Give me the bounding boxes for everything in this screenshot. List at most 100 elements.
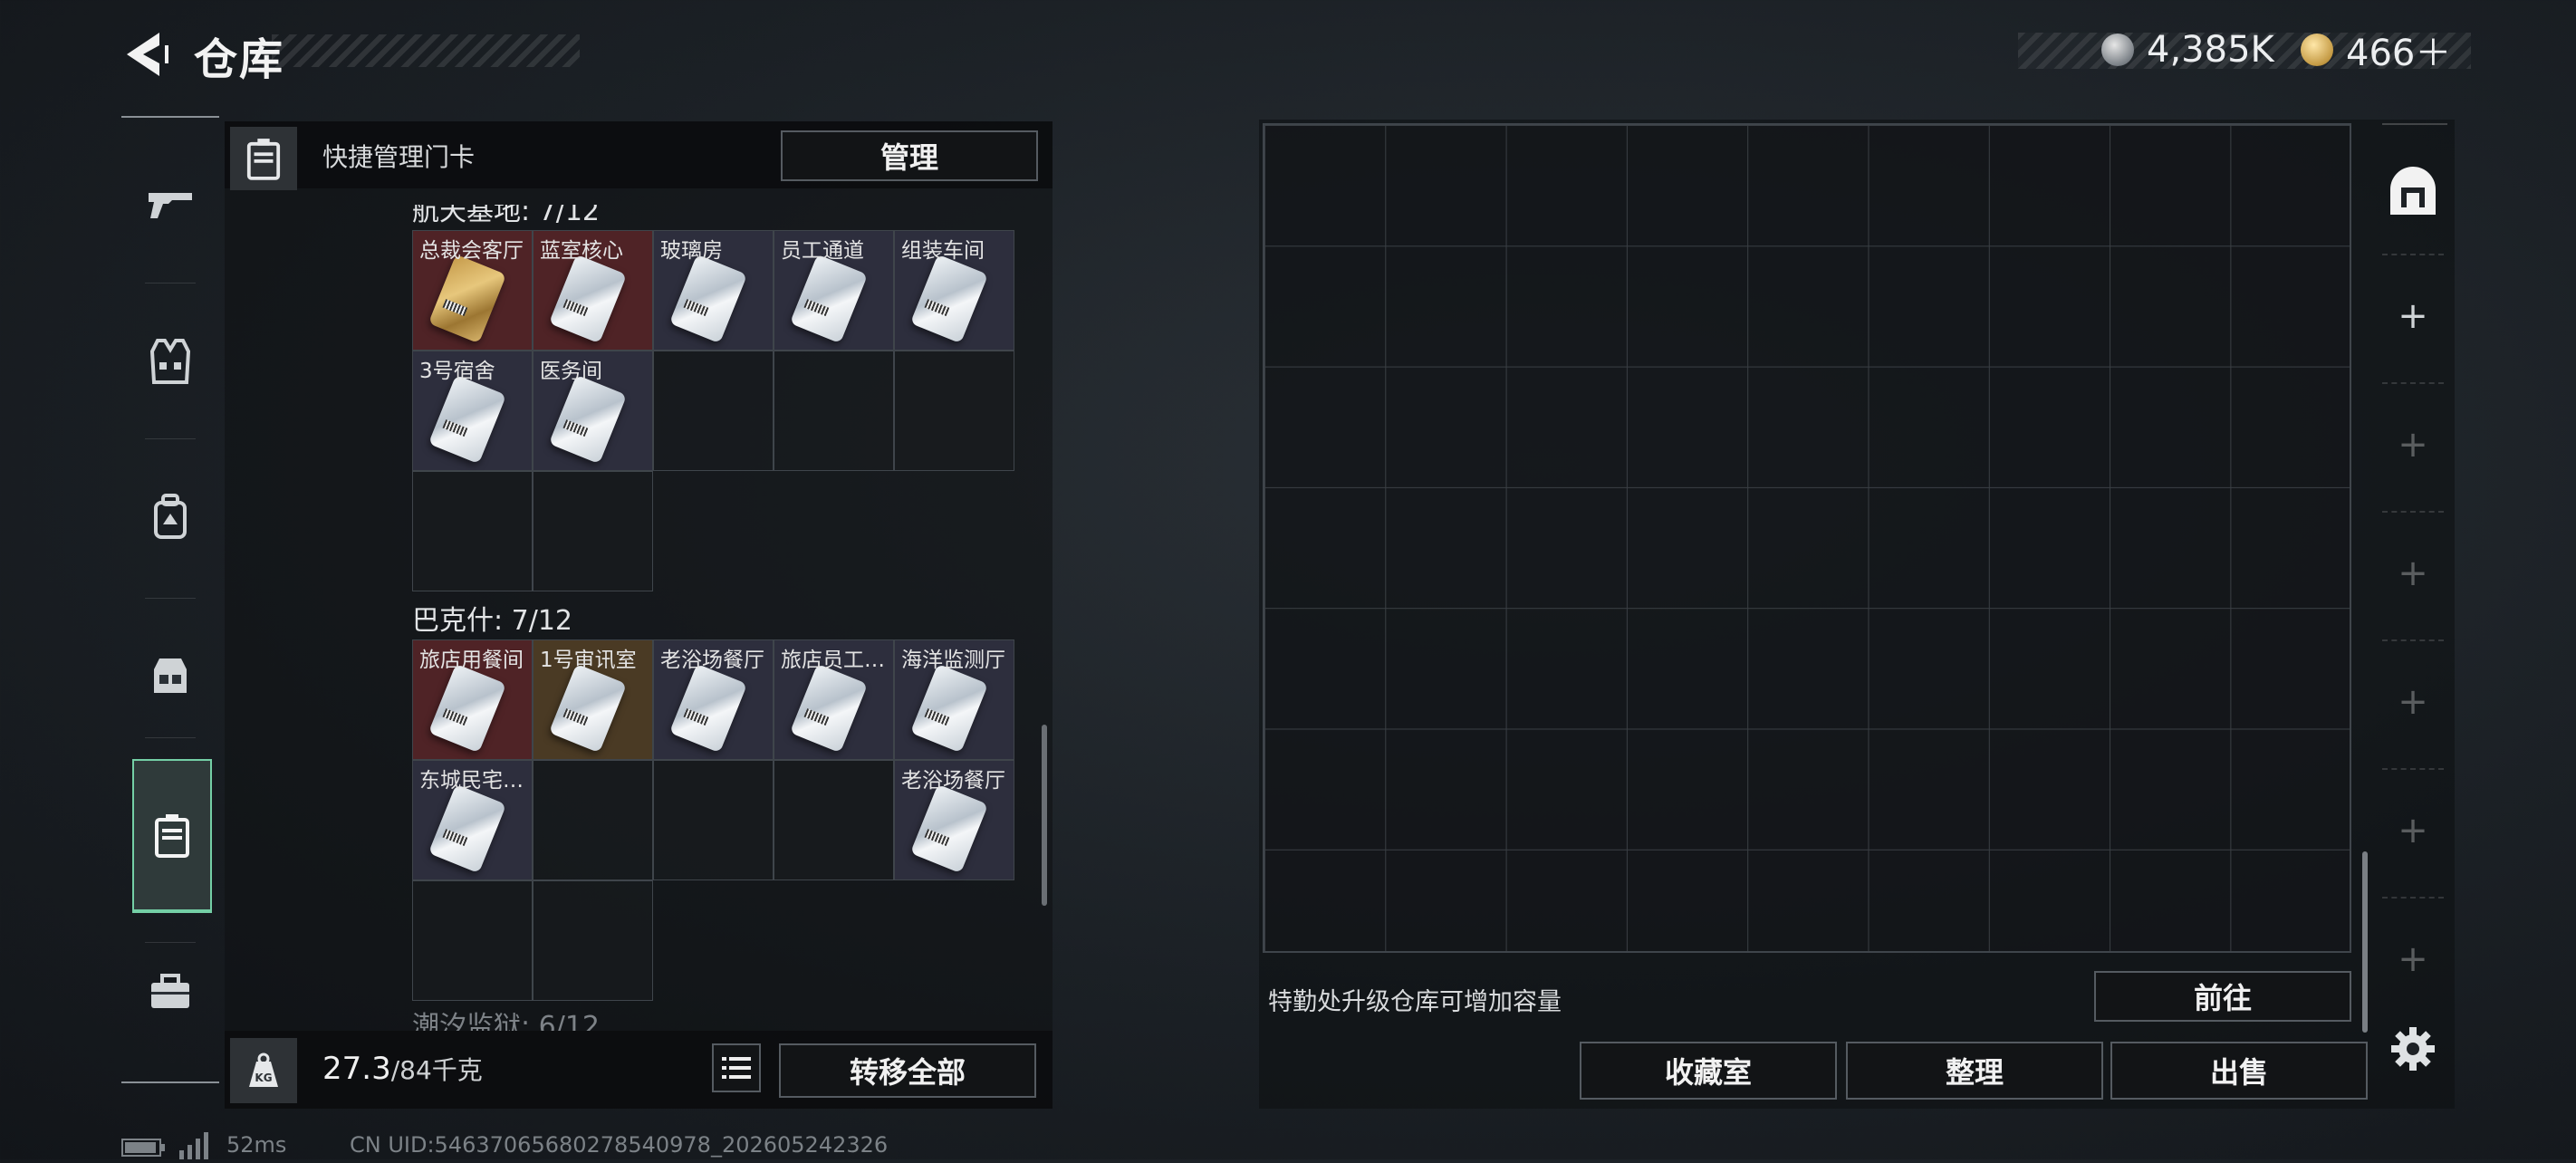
panel-scrollbar[interactable] (1042, 725, 1047, 906)
manage-button[interactable]: 管理 (781, 130, 1038, 181)
keycard-slot[interactable]: 蓝室核心 (533, 230, 653, 351)
locked-stash-tab: + (2398, 424, 2428, 466)
rail-divider (2382, 768, 2444, 770)
list-icon (722, 1057, 751, 1079)
keycard-icon (548, 374, 628, 465)
empty-keycard-slot[interactable] (533, 471, 653, 591)
locked-stash-tab: + (2398, 810, 2428, 851)
quick-manage-icon-box (230, 127, 297, 190)
keycard-icon (428, 374, 507, 465)
gold-coin-icon (2301, 34, 2333, 66)
silver-currency: 4,385K (2101, 27, 2274, 72)
keycard-label: 玻璃房 (660, 239, 723, 263)
sidebar-divider (145, 283, 196, 284)
silver-amount: 4,385K (2147, 29, 2274, 71)
collection-room-button[interactable]: 收藏室 (1580, 1042, 1837, 1100)
keycard-slot[interactable]: 东城民宅… (412, 760, 533, 880)
keycard-label: 总裁会客厅 (419, 239, 524, 263)
chest-rig-icon (154, 658, 187, 693)
locked-stash-tab: + (2398, 553, 2428, 594)
goto-button[interactable]: 前往 (2094, 971, 2351, 1022)
weight-max: /84千克 (390, 1055, 483, 1085)
stash-upgrade-hint: 特勤处升级仓库可增加容量 (1268, 988, 1562, 1016)
keycard-icon (548, 254, 628, 344)
keycard-slot[interactable]: 员工通道 (774, 230, 894, 351)
gear-icon (2391, 1027, 2435, 1071)
keycard-icon (428, 783, 507, 874)
empty-keycard-slot[interactable] (653, 351, 774, 471)
back-icon[interactable] (118, 27, 172, 82)
section-title-bakhsh: 巴克什: 7/12 (412, 605, 573, 637)
keycard-icon (668, 663, 748, 754)
keycard-icon (909, 663, 989, 754)
keycard-label: 员工通道 (781, 239, 864, 263)
settings-button[interactable] (2388, 1024, 2438, 1074)
empty-keycard-slot[interactable] (774, 351, 894, 471)
keycard-icon (789, 254, 869, 344)
sidebar-item-weapons[interactable] (121, 154, 219, 254)
sidebar-item-armor[interactable] (121, 312, 219, 411)
keycard-slot[interactable]: 总裁会客厅 (412, 230, 533, 351)
rail-top-divider (2382, 123, 2447, 125)
rail-divider (2382, 254, 2444, 255)
stash-grid[interactable] (1263, 123, 2351, 953)
keycard-icon (428, 254, 507, 344)
keycard-slot[interactable]: 旅店用餐间 (412, 639, 533, 760)
gold-currency[interactable]: 466＋ (2301, 27, 2451, 74)
keycard-slot[interactable]: 1号审讯室 (533, 639, 653, 760)
weight-kg-icon: KG (249, 1052, 278, 1087)
empty-keycard-slot[interactable] (533, 880, 653, 1001)
keycard-slot[interactable]: 老浴场餐厅 (653, 639, 774, 760)
sidebar-divider (145, 598, 196, 599)
empty-keycard-slot[interactable] (774, 760, 894, 880)
stash-tab-main[interactable] (2384, 163, 2442, 221)
keycard-label: 组装车间 (901, 239, 985, 263)
sidebar-item-backpack[interactable] (121, 467, 219, 567)
sidebar-divider (145, 438, 196, 439)
rail-divider (2382, 382, 2444, 384)
keycard-slot[interactable]: 海洋监测厅 (894, 639, 1014, 760)
keycard-slot[interactable]: 组装车间 (894, 230, 1014, 351)
organize-button[interactable]: 整理 (1846, 1042, 2103, 1100)
keycard-holder-icon (155, 814, 189, 858)
toolbox-icon (151, 974, 189, 1008)
rail-divider (2382, 639, 2444, 641)
uid-readout: CN UID:5463706568027854097​8_20260524232… (350, 1132, 889, 1158)
empty-keycard-slot[interactable] (653, 760, 774, 880)
page-title: 仓库 (194, 34, 285, 85)
transfer-all-button[interactable]: 转移全部 (779, 1043, 1036, 1098)
keycard-icon (909, 783, 989, 874)
gun-icon (149, 193, 192, 218)
signal-icon (178, 1130, 214, 1163)
locked-stash-tab: + (2398, 681, 2428, 723)
sidebar-item-rig[interactable] (121, 625, 219, 725)
keycard-slot[interactable]: 3号宿舍 (412, 351, 533, 471)
add-stash-tab-button[interactable]: + (2382, 295, 2444, 337)
keycard-slot[interactable]: 旅店员工… (774, 639, 894, 760)
sidebar-item-toolbox[interactable] (121, 942, 219, 1042)
list-view-button[interactable] (712, 1043, 761, 1092)
rail-scrollbar[interactable] (2362, 851, 2368, 1033)
rail-divider (2382, 511, 2444, 513)
empty-keycard-slot[interactable] (412, 880, 533, 1001)
keycard-label: 3号宿舍 (419, 360, 495, 383)
empty-keycard-slot[interactable] (894, 351, 1014, 471)
category-sidebar (121, 116, 219, 1083)
sidebar-divider (145, 737, 196, 738)
weight-current: 27.3 (322, 1051, 391, 1087)
warehouse-icon (2390, 167, 2436, 215)
keycard-icon (789, 663, 869, 754)
sidebar-item-keycards[interactable] (132, 759, 212, 913)
keycard-slot[interactable]: 医务间 (533, 351, 653, 471)
keycard-icon (668, 254, 748, 344)
keycard-icon (548, 663, 628, 754)
empty-keycard-slot[interactable] (412, 471, 533, 591)
empty-keycard-slot[interactable] (533, 760, 653, 880)
keycard-label: 1号审讯室 (540, 649, 637, 672)
keycard-slot[interactable]: 玻璃房 (653, 230, 774, 351)
sell-button[interactable]: 出售 (2110, 1042, 2368, 1100)
silver-coin-icon (2101, 34, 2134, 66)
svg-text:KG: KG (255, 1072, 272, 1084)
keycard-slot[interactable]: 老浴场餐厅 (894, 760, 1014, 880)
keycard-label: 旅店员工… (781, 649, 885, 672)
